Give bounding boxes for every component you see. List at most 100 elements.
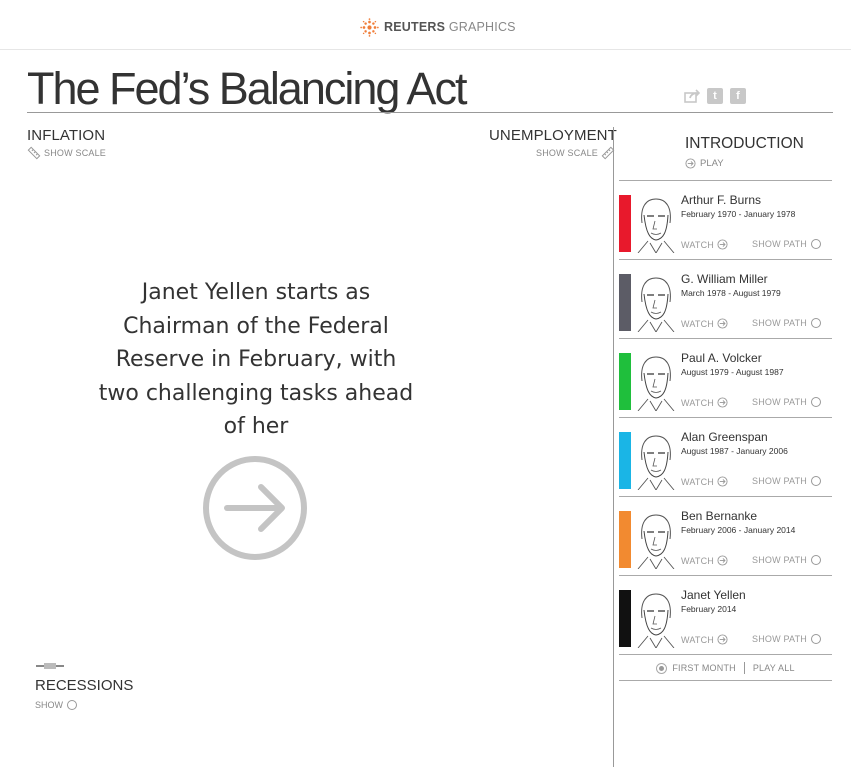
portrait-icon (637, 435, 675, 490)
top-bar: REUTERS GRAPHICS (0, 0, 851, 50)
portrait-icon (637, 277, 675, 332)
inflation-show-scale[interactable]: SHOW SCALE (27, 146, 106, 160)
introduction-play-label: PLAY (700, 158, 724, 169)
brand-text: REUTERS GRAPHICS (384, 20, 516, 34)
watch-button[interactable]: WATCH (681, 318, 728, 329)
chart-sidebar-divider (613, 127, 614, 767)
share-icon[interactable] (684, 88, 700, 104)
show-path-label: SHOW PATH (752, 239, 807, 249)
chair-name: Janet Yellen (681, 588, 746, 602)
chair-color-bar (619, 195, 631, 252)
portrait-icon (637, 593, 675, 648)
watch-label: WATCH (681, 634, 714, 645)
watch-arrow-icon (717, 397, 728, 408)
brand-light: GRAPHICS (445, 20, 516, 34)
show-path-toggle[interactable]: SHOW PATH (752, 634, 821, 644)
watch-label: WATCH (681, 318, 714, 329)
radio-selected-icon (656, 662, 668, 674)
watch-button[interactable]: WATCH (681, 634, 728, 645)
toggle-circle-icon (810, 476, 821, 486)
chair-dates: February 2014 (681, 604, 737, 614)
show-path-toggle[interactable]: SHOW PATH (752, 239, 821, 249)
watch-label: WATCH (681, 239, 714, 250)
toggle-circle-icon (810, 318, 821, 328)
watch-button[interactable]: WATCH (681, 397, 728, 408)
recessions-show-toggle[interactable]: SHOW (35, 700, 77, 710)
show-path-label: SHOW PATH (752, 476, 807, 486)
introduction-heading: INTRODUCTION (685, 135, 804, 152)
chair-color-bar (619, 511, 631, 568)
show-path-toggle[interactable]: SHOW PATH (752, 555, 821, 565)
chair-row: Arthur F. Burns February 1970 - January 1… (619, 181, 832, 259)
chair-dates: August 1979 - August 1987 (681, 367, 784, 377)
recessions-show-label: SHOW (35, 700, 63, 710)
watch-label: WATCH (681, 397, 714, 408)
chair-row: Alan Greenspan August 1987 - January 2006… (619, 418, 832, 496)
chair-name: Alan Greenspan (681, 430, 768, 444)
unemployment-show-scale[interactable]: SHOW SCALE (536, 146, 615, 160)
introduction-play-button[interactable]: PLAY (685, 158, 724, 169)
chair-name: Ben Bernanke (681, 509, 758, 523)
recession-bar-icon (36, 663, 64, 669)
show-path-label: SHOW PATH (752, 634, 807, 644)
playback-controls: FIRST MONTH PLAY ALL (619, 656, 832, 680)
show-path-toggle[interactable]: SHOW PATH (752, 476, 821, 486)
watch-label: WATCH (681, 476, 714, 487)
reuters-graphics-brand[interactable]: REUTERS GRAPHICS (360, 17, 516, 37)
first-month-label: FIRST MONTH (672, 663, 736, 673)
chair-color-bar (619, 274, 631, 331)
share-toolbar: t f (684, 88, 746, 104)
watch-button[interactable]: WATCH (681, 555, 728, 566)
twitter-icon[interactable]: t (707, 88, 723, 104)
chair-dates: March 1978 - August 1979 (681, 288, 781, 298)
toggle-circle-icon (810, 634, 821, 644)
title-divider (27, 112, 833, 113)
show-path-label: SHOW PATH (752, 555, 807, 565)
chair-color-bar (619, 353, 631, 410)
show-path-toggle[interactable]: SHOW PATH (752, 318, 821, 328)
facebook-icon[interactable]: f (730, 88, 746, 104)
unemployment-show-scale-label: SHOW SCALE (536, 148, 599, 158)
toggle-circle-icon (810, 555, 821, 565)
portrait-icon (637, 198, 675, 253)
toggle-circle-icon (810, 239, 821, 249)
sidebar-divider (619, 654, 832, 655)
portrait-icon (637, 356, 675, 411)
ruler-icon (27, 146, 41, 160)
watch-arrow-icon (717, 634, 728, 645)
chair-dates: February 2006 - January 2014 (681, 525, 796, 535)
watch-button[interactable]: WATCH (681, 476, 728, 487)
page-title: The Fed’s Balancing Act (27, 63, 467, 114)
chair-row: G. William Miller March 1978 - August 197… (619, 260, 832, 338)
show-path-label: SHOW PATH (752, 318, 807, 328)
first-month-option[interactable]: FIRST MONTH (656, 662, 736, 674)
show-path-label: SHOW PATH (752, 397, 807, 407)
intro-narration: Janet Yellen starts as Chairman of the F… (98, 280, 414, 439)
start-arrow-icon[interactable] (201, 454, 309, 562)
sidebar-divider (619, 680, 832, 681)
recessions-label: RECESSIONS (35, 677, 134, 694)
chair-row: Janet Yellen February 2014 WATCH SHOW PATH (619, 576, 832, 654)
control-separator (743, 662, 745, 674)
reuters-logo-icon (360, 17, 379, 37)
inflation-show-scale-label: SHOW SCALE (44, 148, 107, 158)
watch-arrow-icon (717, 318, 728, 329)
watch-arrow-icon (717, 476, 728, 487)
toggle-circle-icon (67, 700, 77, 710)
chair-name: Arthur F. Burns (681, 193, 762, 207)
chair-row: Ben Bernanke February 2006 - January 2014… (619, 497, 832, 575)
unemployment-label: UNEMPLOYMENT (489, 127, 617, 144)
watch-button[interactable]: WATCH (681, 239, 728, 250)
inflation-label: INFLATION (27, 127, 106, 144)
play-arrow-icon (685, 158, 696, 169)
chair-row: Paul A. Volcker August 1979 - August 1987… (619, 339, 832, 417)
show-path-toggle[interactable]: SHOW PATH (752, 397, 821, 407)
chair-dates: February 1970 - January 1978 (681, 209, 796, 219)
play-all-button[interactable]: PLAY ALL (753, 663, 795, 673)
toggle-circle-icon (810, 397, 821, 407)
portrait-icon (637, 514, 675, 569)
chair-color-bar (619, 432, 631, 489)
brand-bold: REUTERS (384, 20, 446, 34)
watch-arrow-icon (717, 239, 728, 250)
chair-color-bar (619, 590, 631, 647)
